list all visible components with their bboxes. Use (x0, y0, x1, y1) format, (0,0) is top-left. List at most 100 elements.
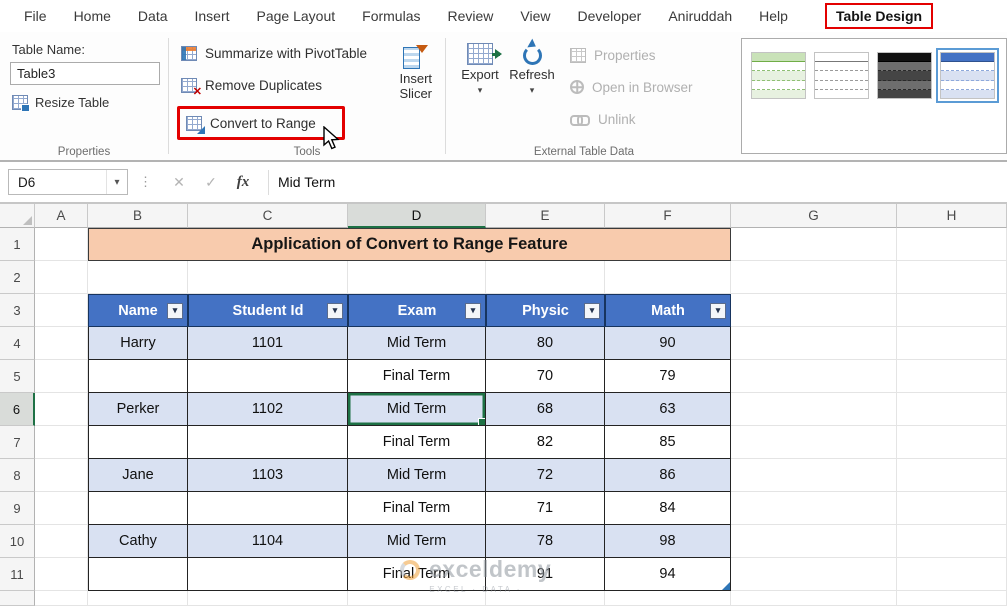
cell-B8[interactable]: Jane (88, 459, 188, 492)
cell-H6[interactable] (897, 393, 1007, 426)
cell-H1[interactable] (897, 228, 1007, 261)
tab-developer[interactable]: Developer (578, 8, 642, 24)
cell-B11[interactable] (88, 558, 188, 591)
tab-view[interactable]: View (520, 8, 550, 24)
cell-E12[interactable] (486, 591, 605, 606)
cell-E6[interactable]: 68 (486, 393, 605, 426)
insert-function-button[interactable]: fx (230, 174, 256, 191)
cell-E7[interactable]: 82 (486, 426, 605, 459)
cell-A12[interactable] (35, 591, 88, 606)
tab-data[interactable]: Data (138, 8, 168, 24)
row-header-12[interactable] (0, 591, 35, 606)
cell-F8[interactable]: 86 (605, 459, 731, 492)
cell-G8[interactable] (731, 459, 897, 492)
cell-B2[interactable] (88, 261, 188, 294)
cell-E2[interactable] (486, 261, 605, 294)
cell-A3[interactable] (35, 294, 88, 327)
row-header-11[interactable]: 11 (0, 558, 35, 591)
cell-E10[interactable]: 78 (486, 525, 605, 558)
cell-H2[interactable] (897, 261, 1007, 294)
row-header-4[interactable]: 4 (0, 327, 35, 360)
cell-B9[interactable] (88, 492, 188, 525)
cell-G9[interactable] (731, 492, 897, 525)
row-header-7[interactable]: 7 (0, 426, 35, 459)
cell-D9[interactable]: Final Term (348, 492, 486, 525)
cell-H8[interactable] (897, 459, 1007, 492)
cell-A5[interactable] (35, 360, 88, 393)
column-header-C[interactable]: C (188, 204, 348, 228)
cell-G2[interactable] (731, 261, 897, 294)
table-name-input[interactable] (10, 62, 160, 85)
tab-aniruddah[interactable]: Aniruddah (668, 8, 732, 24)
formula-bar-splitter-icon[interactable]: ⋮ (139, 174, 152, 190)
name-box[interactable]: D6 ▾ (8, 169, 128, 195)
cell-C12[interactable] (188, 591, 348, 606)
cell-C9[interactable] (188, 492, 348, 525)
row-header-3[interactable]: 3 (0, 294, 35, 327)
cell-E8[interactable]: 72 (486, 459, 605, 492)
table-style-option-green[interactable] (751, 52, 806, 99)
cell-A1[interactable] (35, 228, 88, 261)
cell-H9[interactable] (897, 492, 1007, 525)
cell-H3[interactable] (897, 294, 1007, 327)
cell-D7[interactable]: Final Term (348, 426, 486, 459)
cell-E5[interactable]: 70 (486, 360, 605, 393)
cell-G4[interactable] (731, 327, 897, 360)
filter-dropdown-icon[interactable]: ▾ (584, 303, 600, 319)
name-box-dropdown-icon[interactable]: ▾ (106, 170, 127, 194)
cell-D6[interactable]: Mid Term (348, 393, 486, 426)
cell-F10[interactable]: 98 (605, 525, 731, 558)
cell-G7[interactable] (731, 426, 897, 459)
tab-page-layout[interactable]: Page Layout (257, 8, 336, 24)
column-header-F[interactable]: F (605, 204, 731, 228)
cell-F11[interactable]: 94 (605, 558, 731, 591)
cell-A11[interactable] (35, 558, 88, 591)
table-style-option-dark[interactable] (877, 52, 932, 99)
column-header-H[interactable]: H (897, 204, 1007, 228)
cell-H4[interactable] (897, 327, 1007, 360)
cell-C2[interactable] (188, 261, 348, 294)
cell-D8[interactable]: Mid Term (348, 459, 486, 492)
cell-G6[interactable] (731, 393, 897, 426)
cell-C6[interactable]: 1102 (188, 393, 348, 426)
cell-F7[interactable]: 85 (605, 426, 731, 459)
filter-dropdown-icon[interactable]: ▾ (465, 303, 481, 319)
column-header-G[interactable]: G (731, 204, 897, 228)
cell-D4[interactable]: Mid Term (348, 327, 486, 360)
column-header-D[interactable]: D (348, 204, 486, 228)
cell-B4[interactable]: Harry (88, 327, 188, 360)
cell-A8[interactable] (35, 459, 88, 492)
column-header-A[interactable]: A (35, 204, 88, 228)
cell-D10[interactable]: Mid Term (348, 525, 486, 558)
cell-C8[interactable]: 1103 (188, 459, 348, 492)
cell-H5[interactable] (897, 360, 1007, 393)
filter-dropdown-icon[interactable]: ▾ (710, 303, 726, 319)
cell-A10[interactable] (35, 525, 88, 558)
formula-input[interactable]: Mid Term (278, 174, 335, 190)
tab-file[interactable]: File (24, 8, 47, 24)
row-header-6[interactable]: 6 (0, 393, 35, 426)
cell-E11[interactable]: 91 (486, 558, 605, 591)
cell-B10[interactable]: Cathy (88, 525, 188, 558)
insert-slicer-button[interactable]: Insert Slicer (391, 40, 441, 140)
cell-H12[interactable] (897, 591, 1007, 606)
row-header-9[interactable]: 9 (0, 492, 35, 525)
cell-D5[interactable]: Final Term (348, 360, 486, 393)
cell-C7[interactable] (188, 426, 348, 459)
cell-B6[interactable]: Perker (88, 393, 188, 426)
row-header-5[interactable]: 5 (0, 360, 35, 393)
tab-review[interactable]: Review (448, 8, 494, 24)
cell-F5[interactable]: 79 (605, 360, 731, 393)
cell-G10[interactable] (731, 525, 897, 558)
cell-G12[interactable] (731, 591, 897, 606)
cell-C4[interactable]: 1101 (188, 327, 348, 360)
row-header-8[interactable]: 8 (0, 459, 35, 492)
cell-H7[interactable] (897, 426, 1007, 459)
column-header-E[interactable]: E (486, 204, 605, 228)
table-style-option-plain[interactable] (814, 52, 869, 99)
cell-B12[interactable] (88, 591, 188, 606)
row-header-10[interactable]: 10 (0, 525, 35, 558)
filter-dropdown-icon[interactable]: ▾ (167, 303, 183, 319)
cell-G11[interactable] (731, 558, 897, 591)
summarize-with-pivottable-button[interactable]: Summarize with PivotTable (177, 40, 391, 66)
